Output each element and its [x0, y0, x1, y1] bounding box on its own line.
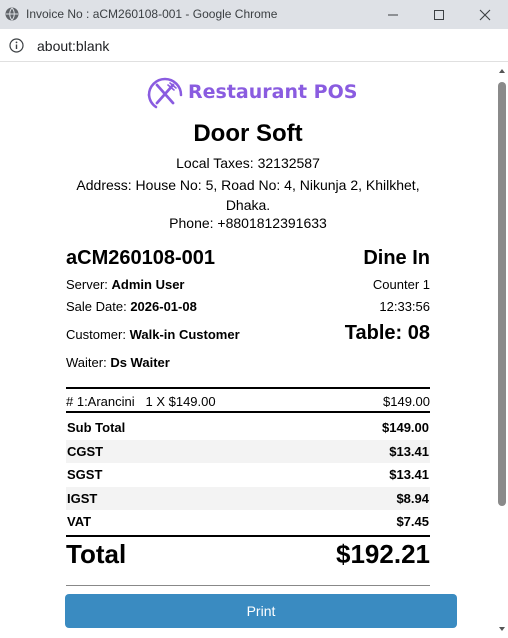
info-icon[interactable]: [9, 38, 24, 53]
counter: Counter 1: [372, 277, 430, 292]
brand-name: Restaurant POS: [188, 81, 358, 103]
scrollbar-thumb[interactable]: [498, 82, 506, 506]
address-bar[interactable]: about:blank: [0, 29, 508, 62]
company-address: Address: House No: 5, Road No: 4, Nikunj…: [76, 177, 420, 213]
maximize-button[interactable]: [416, 0, 462, 29]
divider: [66, 535, 430, 537]
sale-time: 12:33:56: [379, 299, 430, 314]
url-text[interactable]: about:blank: [37, 38, 109, 54]
divider: [66, 387, 430, 389]
scroll-down-icon[interactable]: [497, 624, 507, 634]
summary-row-igst: IGST $8.94: [66, 486, 430, 510]
line-item-desc: # 1:Arancini 1 X $149.00: [66, 394, 216, 409]
fork-knife-logo-icon: [147, 77, 183, 109]
waiter-info: Waiter: Ds Waiter: [66, 355, 170, 370]
summary-row-sgst: SGST $13.41: [67, 467, 429, 483]
local-taxes: Local Taxes: 32132587: [176, 155, 320, 171]
customer-name: Walk-in Customer: [129, 327, 240, 342]
order-type: Dine In: [363, 247, 430, 269]
summary-row-vat: VAT $7.45: [67, 514, 429, 530]
print-button[interactable]: Print: [65, 594, 457, 628]
server-info: Server: Admin User: [66, 277, 185, 292]
line-item: # 1:Arancini 1 X $149.00 $149.00: [66, 394, 430, 409]
customer-info: Customer: Walk-in Customer: [66, 327, 240, 342]
total-label: Total: [66, 539, 127, 569]
company-name: Door Soft: [193, 120, 303, 147]
server-row: Server: Admin User Counter 1: [66, 277, 430, 292]
divider: [66, 585, 430, 586]
total-amount: $192.21: [336, 539, 430, 569]
waiter-row: Waiter: Ds Waiter: [66, 355, 430, 370]
summary-row-subtotal: Sub Total $149.00: [67, 420, 429, 436]
sale-date-info: Sale Date: 2026-01-08: [66, 299, 197, 314]
maximize-icon: [434, 9, 444, 20]
total-row: Total $192.21: [66, 539, 430, 570]
globe-icon: [5, 7, 19, 21]
minimize-button[interactable]: [370, 0, 416, 29]
divider: [66, 411, 430, 413]
invoice-number: aCM260108-001: [66, 247, 215, 269]
minimize-icon: [388, 14, 398, 15]
scroll-up-icon[interactable]: [497, 66, 507, 76]
date-row: Sale Date: 2026-01-08 12:33:56: [66, 299, 430, 314]
table-number: Table: 08: [344, 322, 430, 344]
browser-title-bar: Invoice No : aCM260108-001 - Google Chro…: [0, 0, 508, 29]
window-title: Invoice No : aCM260108-001 - Google Chro…: [26, 7, 278, 21]
server-name: Admin User: [111, 277, 185, 292]
restaurant-pos-logo: Restaurant POS: [146, 75, 357, 109]
invoice-receipt: Restaurant POS Door Soft Local Taxes: 32…: [66, 63, 430, 638]
close-icon: [479, 9, 491, 20]
line-item-amount: $149.00: [383, 394, 430, 409]
summary-table: Sub Total $149.00 CGST $13.41 SGST $13.41 I…: [66, 416, 430, 534]
customer-row: Customer: Walk-in Customer Table: 08: [66, 322, 430, 345]
company-phone: Phone: +8801812391633: [169, 215, 327, 231]
sale-date: 2026-01-08: [130, 299, 197, 314]
summary-row-cgst: CGST $13.41: [66, 439, 430, 463]
waiter-name: Ds Waiter: [110, 355, 170, 370]
invoice-header-row: aCM260108-001 Dine In: [66, 247, 430, 270]
close-button[interactable]: [462, 0, 508, 29]
